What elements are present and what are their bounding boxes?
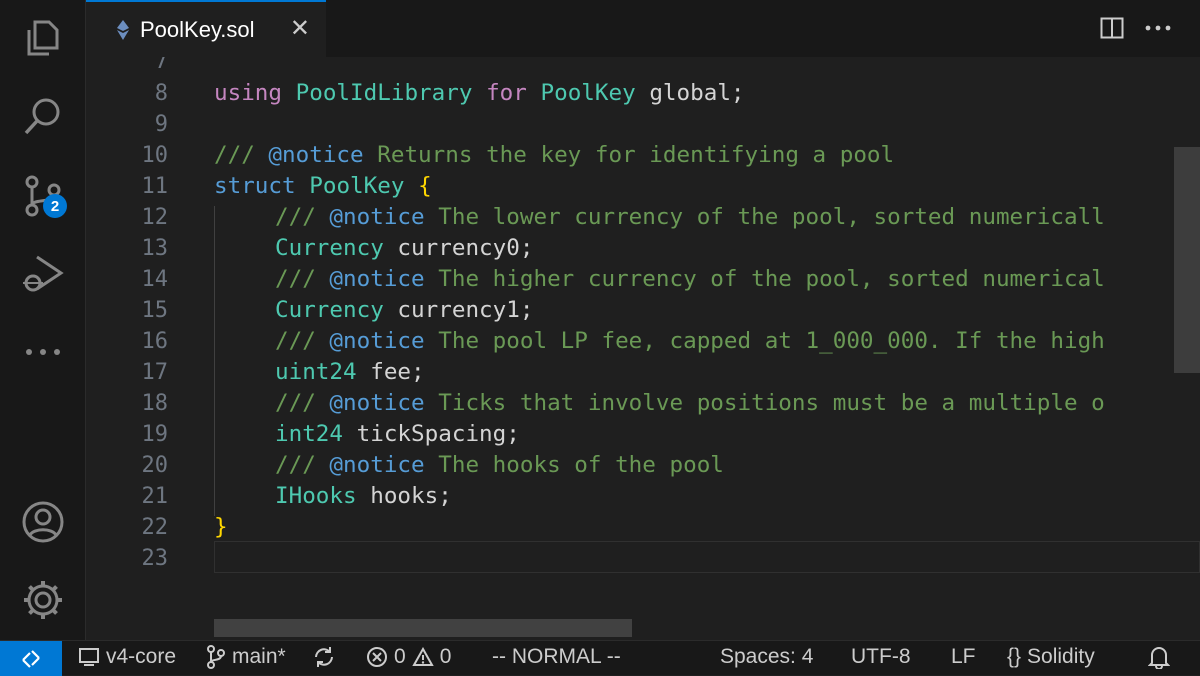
indentation-item[interactable]: Spaces: 4 — [720, 645, 813, 669]
solidity-file-icon — [117, 19, 129, 40]
line-number: 11 — [141, 174, 169, 199]
code-line-21: IHooks hooks; — [275, 483, 452, 509]
activity-bar: 2 — [0, 0, 86, 640]
status-bar: v4-core main* 0 0 -- NORMAL -- Spaces: 4… — [0, 640, 1200, 676]
code-editor[interactable]: 7 8 9 10 11 12 13 14 15 16 17 18 19 20 2… — [86, 57, 1200, 640]
split-editor-icon[interactable] — [1098, 14, 1126, 42]
code-line-10: /// @notice Returns the key for identify… — [214, 142, 895, 168]
notifications-bell-icon[interactable] — [1148, 645, 1170, 669]
problems-item[interactable]: 0 0 — [366, 645, 451, 669]
line-number: 9 — [154, 112, 168, 137]
eol-item[interactable]: LF — [951, 645, 976, 669]
tab-poolkey-sol[interactable]: PoolKey.sol ✕ — [86, 0, 326, 57]
code-line-20: /// @notice The hooks of the pool — [275, 452, 724, 478]
encoding-item[interactable]: UTF-8 — [851, 645, 911, 669]
scm-badge: 2 — [43, 194, 67, 218]
branch-item[interactable]: main* — [206, 645, 286, 669]
explorer-icon[interactable] — [19, 14, 67, 62]
line-number: 7 — [154, 57, 168, 74]
run-debug-icon[interactable] — [19, 250, 67, 298]
tab-bar: PoolKey.sol ✕ — [86, 0, 1200, 58]
line-number: 17 — [141, 360, 169, 385]
warning-count: 0 — [439, 645, 452, 668]
tab-label: PoolKey.sol — [140, 16, 255, 42]
workspace-item[interactable]: v4-core — [78, 645, 176, 669]
code-line-16: /// @notice The pool LP fee, capped at 1… — [275, 328, 1105, 354]
code-line-15: Currency currency1; — [275, 297, 534, 323]
error-count: 0 — [394, 645, 406, 668]
vertical-scrollbar[interactable] — [1174, 147, 1200, 373]
git-branch-icon — [207, 645, 225, 669]
more-actions-icon[interactable] — [1144, 14, 1172, 42]
accounts-icon[interactable] — [19, 498, 67, 546]
line-number: 10 — [141, 143, 169, 168]
code-line-8: using PoolIdLibrary for PoolKey global; — [214, 80, 745, 106]
close-icon[interactable]: ✕ — [290, 17, 310, 41]
line-number: 23 — [141, 546, 169, 571]
braces-icon: {} — [1007, 645, 1022, 668]
code-line-22: } — [214, 514, 228, 540]
language-name: Solidity — [1027, 645, 1095, 668]
sync-icon[interactable] — [312, 645, 336, 669]
source-control-icon[interactable]: 2 — [19, 172, 67, 220]
line-number: 20 — [141, 453, 169, 478]
language-mode-item[interactable]: {} Solidity — [1007, 645, 1095, 669]
remote-indicator-icon[interactable] — [0, 641, 62, 676]
line-number: 14 — [141, 267, 169, 292]
code-line-13: Currency currency0; — [275, 235, 534, 261]
code-line-18: /// @notice Ticks that involve positions… — [275, 390, 1105, 416]
branch-name: main* — [232, 645, 286, 668]
workspace-name: v4-core — [106, 645, 177, 668]
vim-mode: -- NORMAL -- — [492, 645, 621, 668]
code-line-11: struct PoolKey { — [214, 173, 432, 199]
warning-icon — [411, 647, 434, 666]
search-icon[interactable] — [19, 92, 67, 140]
line-number: 12 — [141, 205, 169, 230]
horizontal-scrollbar[interactable] — [214, 619, 632, 637]
line-number: 19 — [141, 422, 169, 447]
line-number: 15 — [141, 298, 169, 323]
line-number: 18 — [141, 391, 169, 416]
line-number: 13 — [141, 236, 169, 261]
error-icon — [367, 647, 387, 667]
indent-guide — [214, 206, 215, 516]
line-number: 16 — [141, 329, 169, 354]
line-number: 22 — [141, 515, 169, 540]
current-line-highlight — [214, 541, 1200, 573]
line-number: 8 — [154, 81, 168, 106]
line-number: 21 — [141, 484, 169, 509]
code-line-19: int24 tickSpacing; — [275, 421, 520, 447]
code-line-12: /// @notice The lower currency of the po… — [275, 204, 1105, 230]
settings-gear-icon[interactable] — [19, 576, 67, 624]
code-line-17: uint24 fee; — [275, 359, 425, 385]
server-icon — [79, 648, 99, 666]
more-icon[interactable] — [19, 328, 67, 376]
code-line-14: /// @notice The higher currency of the p… — [275, 266, 1105, 292]
